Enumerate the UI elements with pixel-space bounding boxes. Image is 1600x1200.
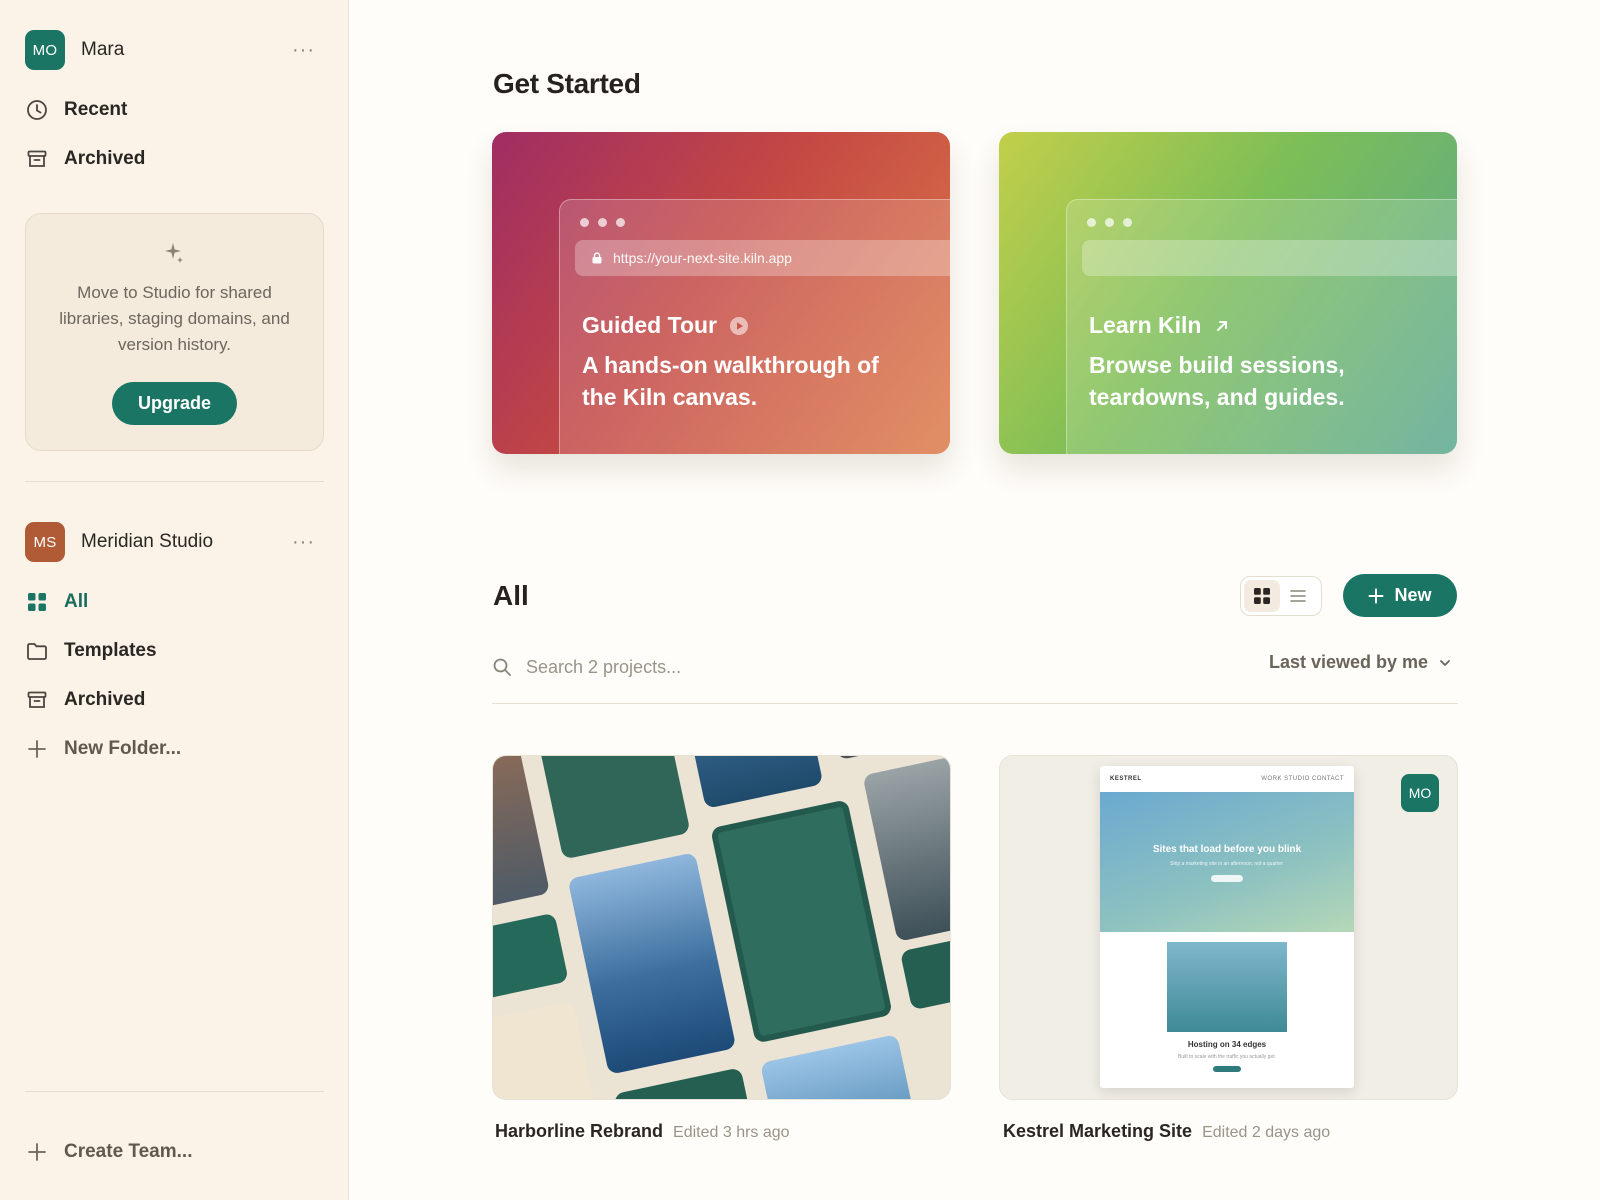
guided-tour-card[interactable]: https://your-next-site.kiln.app Guided T… — [492, 132, 950, 454]
window-dots — [1087, 218, 1132, 227]
sidebar-divider — [25, 1091, 324, 1092]
play-circle-icon — [729, 316, 749, 336]
project-caption: Harborline Rebrand Edited 3 hrs ago — [495, 1121, 790, 1142]
project-card-harborline[interactable] — [492, 755, 951, 1100]
window-dots — [580, 218, 625, 227]
sidebar-item-label: Archived — [64, 148, 146, 169]
team-switcher[interactable]: MS Meridian Studio ··· — [25, 522, 323, 562]
url-bar: https://your-next-site.kiln.app — [575, 240, 950, 276]
preview-image — [1167, 942, 1287, 1032]
card-text: Learn Kiln Browse build sessions, teardo… — [1089, 312, 1417, 413]
archive-icon — [25, 147, 49, 171]
sidebar-divider — [25, 481, 324, 482]
folder-icon — [25, 639, 49, 663]
preview-nav: KESTREL WORK STUDIO CONTACT — [1100, 766, 1354, 792]
url-text: https://your-next-site.kiln.app — [613, 250, 792, 266]
preview-hero-sub: Ship a marketing site in an afternoon, n… — [1170, 861, 1284, 867]
grid-view-button[interactable] — [1244, 580, 1280, 612]
plus-icon — [1368, 588, 1384, 603]
sidebar-item-label: New Folder... — [64, 738, 182, 759]
search-icon — [493, 658, 511, 676]
team-name: Meridian Studio — [81, 531, 214, 552]
sidebar-item-label: All — [64, 591, 89, 612]
card-text: Guided Tour A hands-on walkthrough of th… — [582, 312, 910, 413]
preview-brand: KESTREL — [1110, 776, 1142, 782]
grid-icon — [1254, 588, 1270, 604]
project-edited: Edited 3 hrs ago — [673, 1124, 790, 1141]
grid-icon — [25, 590, 49, 614]
view-toggle — [1240, 576, 1322, 616]
search-input[interactable] — [526, 656, 926, 678]
project-thumbnail: KESTREL WORK STUDIO CONTACT Sites that l… — [1100, 766, 1354, 1088]
card-description: A hands-on walkthrough of the Kiln canva… — [582, 352, 879, 410]
url-bar — [1082, 240, 1457, 276]
all-projects-title: All — [493, 580, 529, 611]
learn-kiln-card[interactable]: Learn Kiln Browse build sessions, teardo… — [999, 132, 1457, 454]
sidebar-item-archived-team[interactable]: Archived — [25, 684, 323, 716]
upgrade-promo: Move to Studio for shared libraries, sta… — [25, 213, 324, 451]
preview-section-sub: Built to scale with the traffic you actu… — [1177, 1054, 1276, 1060]
project-name[interactable]: Harborline Rebrand — [495, 1121, 663, 1142]
sidebar-item-recent[interactable]: Recent — [25, 94, 323, 126]
sidebar-item-templates[interactable]: Templates — [25, 635, 323, 667]
list-view-button[interactable] — [1280, 580, 1316, 612]
project-edited: Edited 2 days ago — [1202, 1124, 1331, 1141]
sidebar-item-label: Recent — [64, 99, 128, 120]
sidebar-item-new-folder[interactable]: New Folder... — [25, 733, 323, 765]
project-search — [492, 652, 992, 682]
upgrade-button[interactable]: Upgrade — [111, 382, 237, 425]
preview-hero: Sites that load before you blink Ship a … — [1100, 792, 1354, 932]
plus-icon — [25, 1140, 49, 1164]
chevron-down-icon — [1440, 659, 1450, 666]
sparkle-icon — [26, 240, 323, 268]
create-team-button[interactable]: Create Team... — [25, 1136, 323, 1168]
card-description: Browse build sessions, teardowns, and gu… — [1089, 352, 1345, 410]
preview-nav-links: WORK STUDIO CONTACT — [1261, 776, 1344, 782]
sidebar-item-archived-personal[interactable]: Archived — [25, 143, 323, 175]
user-menu-button[interactable]: ··· — [292, 39, 323, 62]
user-switcher[interactable]: MO Mara ··· — [25, 30, 323, 70]
card-title: Guided Tour — [582, 312, 910, 339]
search-divider — [492, 703, 1458, 704]
new-button-label: New — [1394, 585, 1432, 605]
clock-icon — [25, 98, 49, 122]
card-title-text: Learn Kiln — [1089, 312, 1202, 338]
project-name[interactable]: Kestrel Marketing Site — [1003, 1121, 1192, 1142]
project-card-kestrel[interactable]: KESTREL WORK STUDIO CONTACT Sites that l… — [999, 755, 1458, 1100]
new-project-button[interactable]: New — [1343, 574, 1457, 617]
project-thumbnail — [493, 756, 950, 1099]
plus-icon — [25, 737, 49, 761]
user-avatar: MO — [25, 30, 65, 70]
sidebar-item-all[interactable]: All — [25, 586, 323, 618]
sort-label: Last viewed by me — [1269, 652, 1429, 672]
preview-section-title: Hosting on 34 edges — [1187, 1040, 1267, 1049]
archive-icon — [25, 688, 49, 712]
create-team-label: Create Team... — [64, 1141, 193, 1162]
sidebar-item-label: Archived — [64, 689, 146, 710]
card-title-text: Guided Tour — [582, 312, 718, 338]
preview-button — [1213, 1066, 1241, 1072]
sidebar: MO Mara ··· Recent Archived Move to Stud… — [0, 0, 349, 1200]
promo-text: Move to Studio for shared libraries, sta… — [59, 283, 290, 354]
team-avatar: MS — [25, 522, 65, 562]
get-started-title: Get Started — [493, 68, 641, 99]
sidebar-item-label: Templates — [64, 640, 157, 661]
arrow-up-right-icon — [1213, 317, 1231, 335]
collaborator-avatar: MO — [1401, 774, 1439, 812]
lock-icon — [592, 252, 602, 264]
list-icon — [1290, 590, 1306, 602]
team-menu-button[interactable]: ··· — [292, 531, 323, 554]
preview-cta — [1211, 875, 1243, 882]
preview-hero-title: Sites that load before you blink — [1152, 844, 1302, 855]
user-name: Mara — [81, 39, 125, 60]
project-caption: Kestrel Marketing Site Edited 2 days ago — [1003, 1121, 1330, 1142]
sort-dropdown[interactable]: Last viewed by me — [1269, 652, 1452, 673]
card-title: Learn Kiln — [1089, 312, 1417, 339]
